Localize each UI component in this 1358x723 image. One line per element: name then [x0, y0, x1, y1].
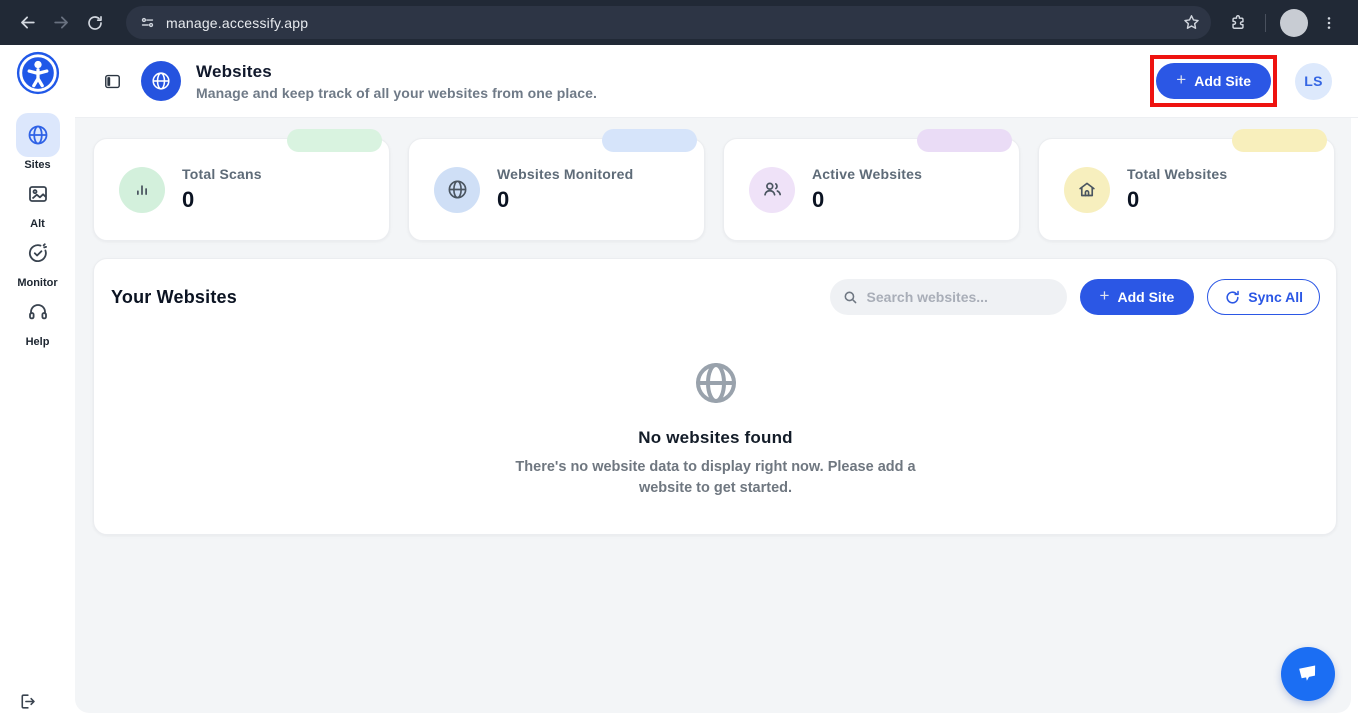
stat-label: Total Websites [1127, 166, 1227, 182]
add-site-label: Add Site [1194, 73, 1251, 89]
globe-icon [692, 359, 740, 412]
panel-header: Your Websites + Add Site [111, 279, 1320, 315]
globe-icon [434, 167, 480, 213]
content-area: Total Scans 0 Websites Monitored 0 [75, 118, 1351, 713]
sidebar-item-label: Help [26, 336, 50, 348]
stat-label: Total Scans [182, 166, 262, 182]
stat-card-total-websites: Total Websites 0 [1038, 138, 1335, 241]
address-bar[interactable]: manage.accessify.app [126, 6, 1211, 39]
sidebar-item-label: Monitor [17, 277, 57, 289]
monitor-target-icon [16, 231, 60, 275]
decor-pill [1232, 129, 1327, 152]
browser-profile-avatar[interactable] [1280, 9, 1308, 37]
headset-icon [16, 290, 60, 334]
sidebar-nav: Sites Alt Monitor [0, 113, 75, 349]
bookmark-star-icon[interactable] [1182, 13, 1201, 32]
sidebar-item-sites[interactable]: Sites [0, 113, 75, 172]
chat-icon [1294, 660, 1323, 689]
back-icon[interactable] [10, 6, 44, 40]
add-site-annotation-wrap: + Add Site [1150, 55, 1277, 107]
empty-state-description: There's no website data to display right… [490, 457, 942, 499]
empty-state: No websites found There's no website dat… [111, 359, 1320, 499]
panel-toggle-icon[interactable] [103, 72, 122, 91]
sync-all-label: Sync All [1248, 289, 1303, 305]
stat-label: Active Websites [812, 166, 922, 182]
stat-value: 0 [497, 187, 633, 213]
page-header: Websites Manage and keep track of all yo… [75, 45, 1358, 118]
sidebar: Sites Alt Monitor [0, 45, 75, 723]
url-text[interactable]: manage.accessify.app [166, 15, 1182, 31]
home-icon [1064, 167, 1110, 213]
sidebar-item-alt[interactable]: Alt [0, 172, 75, 231]
bar-chart-icon [119, 167, 165, 213]
forward-icon[interactable] [44, 6, 78, 40]
page-subtitle: Manage and keep track of all your websit… [196, 85, 1150, 101]
browser-window: manage.accessify.app Si [0, 0, 1358, 723]
sync-icon [1224, 289, 1241, 306]
sync-all-button[interactable]: Sync All [1207, 279, 1320, 315]
users-icon [749, 167, 795, 213]
stats-row: Total Scans 0 Websites Monitored 0 [93, 138, 1351, 241]
sidebar-item-label: Sites [24, 159, 50, 171]
empty-state-heading: No websites found [638, 428, 793, 448]
browser-toolbar: manage.accessify.app [0, 0, 1358, 45]
stat-value: 0 [812, 187, 922, 213]
decor-pill [602, 129, 697, 152]
page-titles: Websites Manage and keep track of all yo… [196, 62, 1150, 101]
stat-card-active-websites: Active Websites 0 [723, 138, 1020, 241]
chat-widget-button[interactable] [1281, 647, 1335, 701]
search-icon [842, 289, 859, 306]
panel-actions: + Add Site Sync All [830, 279, 1320, 315]
plus-icon: + [1176, 70, 1186, 90]
logout-icon[interactable] [18, 692, 37, 716]
add-site-button-secondary[interactable]: + Add Site [1080, 279, 1195, 315]
globe-icon [16, 113, 60, 157]
refresh-icon[interactable] [78, 6, 112, 40]
sidebar-item-monitor[interactable]: Monitor [0, 231, 75, 290]
stat-card-websites-monitored: Websites Monitored 0 [408, 138, 705, 241]
page-title: Websites [196, 62, 1150, 82]
your-websites-panel: Your Websites + Add Site [93, 258, 1337, 535]
add-site-button[interactable]: + Add Site [1156, 63, 1271, 99]
add-site-label: Add Site [1117, 289, 1174, 305]
app-root: Sites Alt Monitor [0, 45, 1358, 723]
header-actions: + Add Site LS [1150, 55, 1332, 107]
sidebar-item-label: Alt [30, 218, 45, 230]
decor-pill [917, 129, 1012, 152]
toolbar-divider [1265, 14, 1266, 32]
main-area: Websites Manage and keep track of all yo… [75, 45, 1358, 723]
websites-globe-icon [141, 61, 181, 101]
user-avatar[interactable]: LS [1295, 63, 1332, 100]
sidebar-item-help[interactable]: Help [0, 290, 75, 349]
extensions-icon[interactable] [1221, 6, 1255, 40]
search-box[interactable] [830, 279, 1067, 315]
stat-value: 0 [1127, 187, 1227, 213]
accessibility-logo[interactable] [15, 50, 61, 96]
stat-card-total-scans: Total Scans 0 [93, 138, 390, 241]
decor-pill [287, 129, 382, 152]
browser-menu-icon[interactable] [1312, 6, 1346, 40]
site-settings-icon[interactable] [139, 14, 156, 31]
panel-title: Your Websites [111, 287, 237, 308]
image-icon [16, 172, 60, 216]
stat-label: Websites Monitored [497, 166, 633, 182]
stat-value: 0 [182, 187, 262, 213]
search-input[interactable] [867, 289, 1037, 305]
plus-icon: + [1100, 286, 1110, 306]
